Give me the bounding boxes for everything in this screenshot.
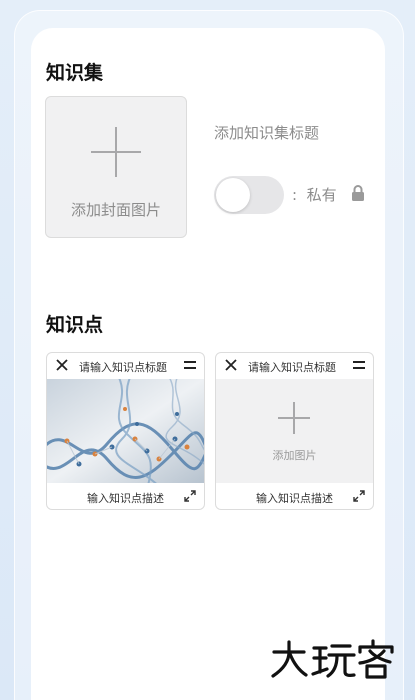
watermark-logo (271, 639, 394, 679)
dna-image (47, 379, 204, 483)
add-cover-button[interactable]: 添加封面图片 (45, 96, 187, 238)
expand-icon[interactable] (184, 490, 196, 502)
collection-title-input[interactable] (214, 124, 374, 142)
card-header: 请输入知识点标题 (216, 353, 373, 379)
plus-icon (91, 127, 141, 177)
point-title-input[interactable]: 请输入知识点标题 (248, 359, 336, 375)
close-icon[interactable] (55, 358, 69, 372)
visibility-text: 私有 (306, 186, 337, 204)
point-description-input[interactable]: 输入知识点描述 (216, 490, 373, 506)
toggle-knob (216, 178, 250, 212)
knowledge-point-card: 请输入知识点标题 添加图片 输入知识点描述 (215, 352, 374, 510)
point-description-input[interactable]: 输入知识点描述 (47, 490, 204, 506)
close-icon[interactable] (224, 358, 238, 372)
collection-section-title: 知识集 (46, 62, 104, 84)
visibility-separator: : (292, 186, 298, 204)
knowledge-point-card: 请输入知识点标题 输入知识点描述 (46, 352, 205, 510)
add-image-button[interactable]: 添加图片 (216, 379, 373, 483)
private-toggle[interactable] (214, 176, 284, 214)
drag-handle-icon[interactable] (353, 361, 365, 371)
card-footer: 输入知识点描述 (47, 483, 204, 509)
expand-icon[interactable] (353, 490, 365, 502)
plus-icon (278, 402, 310, 434)
card-footer: 输入知识点描述 (216, 483, 373, 509)
point-title-input[interactable]: 请输入知识点标题 (79, 359, 167, 375)
drag-handle-icon[interactable] (184, 361, 196, 371)
visibility-label: : 私有 (292, 184, 337, 205)
point-image[interactable] (47, 379, 204, 483)
add-image-label: 添加图片 (272, 449, 317, 462)
lock-icon (352, 185, 364, 201)
add-cover-label: 添加封面图片 (70, 201, 161, 219)
card-header: 请输入知识点标题 (47, 353, 204, 379)
points-section-title: 知识点 (46, 314, 104, 336)
